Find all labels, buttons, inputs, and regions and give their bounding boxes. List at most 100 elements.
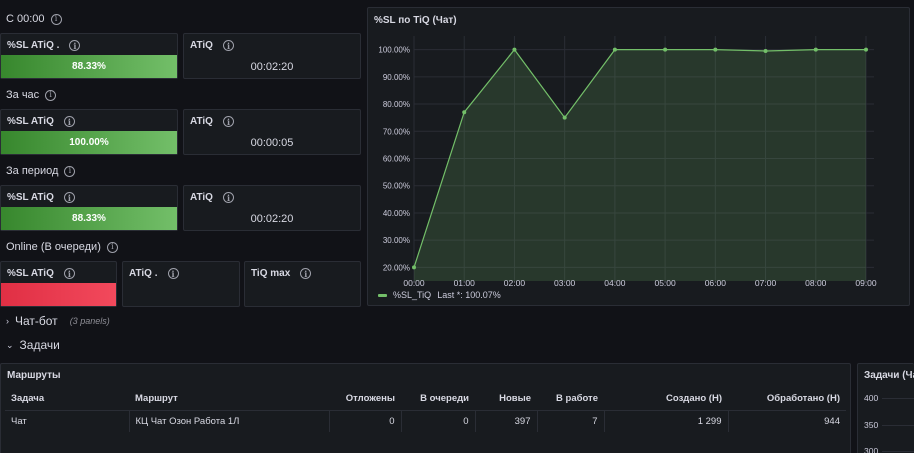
cell-postponed: 0 <box>329 410 402 432</box>
grid-line <box>882 425 914 426</box>
y-tick-label: 40.00% <box>383 209 410 218</box>
panel-title: ATiQ <box>190 40 213 51</box>
cell-created: 1 299 <box>604 410 729 432</box>
column-header-processed[interactable]: Обработано (Н) <box>728 388 846 411</box>
y-tick-label: 20.00% <box>383 263 410 272</box>
data-point <box>612 47 617 52</box>
x-tick-label: 07:00 <box>755 278 777 288</box>
y-tick-label: 350 <box>864 420 879 430</box>
series-area-fill <box>414 49 866 281</box>
section-title-label: Online (В очереди) <box>6 241 101 253</box>
x-tick-label: 09:00 <box>855 278 877 288</box>
stat-panel-sl-atiq-period: %SL ATiQ i 88.33% <box>0 185 178 231</box>
stat-panel-sl-atiq-online: %SL ATiQ i <box>0 261 117 307</box>
x-tick-label: 05:00 <box>654 278 676 288</box>
info-icon[interactable]: i <box>50 13 62 25</box>
table-header-row: Задача Маршрут Отложены В очереди Новые … <box>5 388 846 411</box>
data-point <box>412 265 416 270</box>
row-label: Чат-бот <box>15 314 58 328</box>
info-icon[interactable]: i <box>69 40 81 51</box>
cell-in-queue: 0 <box>401 410 476 432</box>
info-icon[interactable]: i <box>64 165 76 177</box>
stat-panel-sl-atiq-last-hour: %SL ATiQ i 100.00% <box>0 109 178 155</box>
table-row[interactable]: Чат КЦ Чат Озон Работа 1Л 0 0 397 7 1 29… <box>5 410 846 432</box>
panel-title: ATiQ <box>190 116 213 127</box>
x-tick-label: 02:00 <box>504 278 526 288</box>
y-tick-label: 30.00% <box>383 236 410 245</box>
panel-title: ATiQ . <box>129 268 158 279</box>
info-icon[interactable]: i <box>222 40 234 51</box>
info-icon[interactable]: i <box>45 89 57 101</box>
panel-title: %SL ATiQ <box>7 192 54 203</box>
row-panel-count: (3 panels) <box>69 316 110 326</box>
column-header-new[interactable]: Новые <box>475 388 537 411</box>
info-icon[interactable]: i <box>222 116 234 127</box>
column-header-postponed[interactable]: Отложены <box>329 388 401 411</box>
grid-line <box>882 398 914 399</box>
chevron-down-icon: ⌄ <box>6 339 14 350</box>
column-header-task[interactable]: Задача <box>5 388 129 411</box>
stat-panel-atiq-period: ATiQ i 00:02:20 <box>183 185 361 231</box>
info-icon[interactable]: i <box>167 268 179 279</box>
routes-table-panel: Маршруты Задача Маршрут Отложены В очере… <box>0 363 851 453</box>
x-tick-label: 03:00 <box>554 278 576 288</box>
cell-new: 397 <box>475 410 538 432</box>
cell-route: КЦ Чат Озон Работа 1Л <box>129 410 330 432</box>
stat-panel-tiq-max-online: TiQ max i <box>244 261 361 307</box>
x-tick-label: 08:00 <box>805 278 827 288</box>
panel-title: %SL ATiQ . <box>7 40 60 51</box>
sl-tiq-area-chart[interactable]: 20.00% 30.00% 40.00% 50.00% 60.00% 70.00% 80.0… <box>368 8 909 305</box>
y-tick-label: 300 <box>864 446 879 453</box>
legend-series-name: %SL_TiQ <box>393 290 432 300</box>
column-header-route[interactable]: Маршрут <box>129 388 329 411</box>
stat-panel-sl-atiq-since-midnight: %SL ATiQ . i 88.33% <box>0 33 178 79</box>
x-tick-label: 06:00 <box>705 278 727 288</box>
row-header-tasks[interactable]: ⌄ Задачи <box>6 338 60 352</box>
section-title-online: Online (В очереди) i <box>6 241 118 253</box>
x-tick-label: 04:00 <box>604 278 626 288</box>
sl-value-bar: 88.33% <box>1 55 177 78</box>
row-label: Задачи <box>19 338 60 352</box>
sl-value-bar: 88.33% <box>1 207 177 230</box>
y-tick-label: 80.00% <box>383 100 410 109</box>
tasks-chart-title: Задачи (Ча <box>864 370 914 381</box>
data-point <box>462 110 467 115</box>
cell-in-work: 7 <box>537 410 605 432</box>
data-point <box>763 48 768 53</box>
column-header-in-work[interactable]: В работе <box>537 388 604 411</box>
row-header-chatbot[interactable]: › Чат-бот (3 panels) <box>6 314 110 328</box>
y-tick-label: 100.00% <box>378 46 410 55</box>
x-tick-label: 00:00 <box>403 278 425 288</box>
stat-panel-atiq-last-hour: ATiQ i 00:00:05 <box>183 109 361 155</box>
column-header-created[interactable]: Создано (Н) <box>604 388 728 411</box>
grid-line <box>882 451 914 452</box>
atiq-value: 00:00:05 <box>250 137 294 149</box>
y-tick-label: 70.00% <box>383 127 410 136</box>
atiq-value: 00:02:20 <box>250 213 294 225</box>
section-title-label: С 00:00 <box>6 13 45 25</box>
info-icon[interactable]: i <box>63 268 75 279</box>
panel-title: ATiQ <box>190 192 213 203</box>
column-header-in-queue[interactable]: В очереди <box>401 388 475 411</box>
y-tick-label: 400 <box>864 393 879 403</box>
info-icon[interactable]: i <box>300 268 312 279</box>
section-title-last-hour: За час i <box>6 89 57 101</box>
sl-value-bar-empty <box>1 283 116 306</box>
info-icon[interactable]: i <box>63 116 75 127</box>
info-icon[interactable]: i <box>63 192 75 203</box>
section-title-label: За период <box>6 165 59 177</box>
info-icon[interactable]: i <box>222 192 234 203</box>
legend-last-value: Last *: 100.07% <box>437 290 501 300</box>
chart-panel-sl-tiq: %SL по TiQ (Чат) 20.00% 30.00% 40.00% 50.00… <box>367 7 910 306</box>
stat-panel-atiq-online: ATiQ . i <box>122 261 240 307</box>
routes-table: Задача Маршрут Отложены В очереди Новые … <box>5 388 846 432</box>
data-point <box>512 47 517 52</box>
y-tick-label: 60.00% <box>383 155 410 164</box>
info-icon[interactable]: i <box>106 241 118 253</box>
x-tick-label: 01:00 <box>454 278 476 288</box>
atiq-value: 00:02:20 <box>250 61 294 73</box>
section-title-since-midnight: С 00:00 i <box>6 13 62 25</box>
chart-legend[interactable]: %SL_TiQ Last *: 100.07% <box>378 290 501 300</box>
y-tick-label: 90.00% <box>383 73 410 82</box>
legend-swatch <box>378 293 387 297</box>
